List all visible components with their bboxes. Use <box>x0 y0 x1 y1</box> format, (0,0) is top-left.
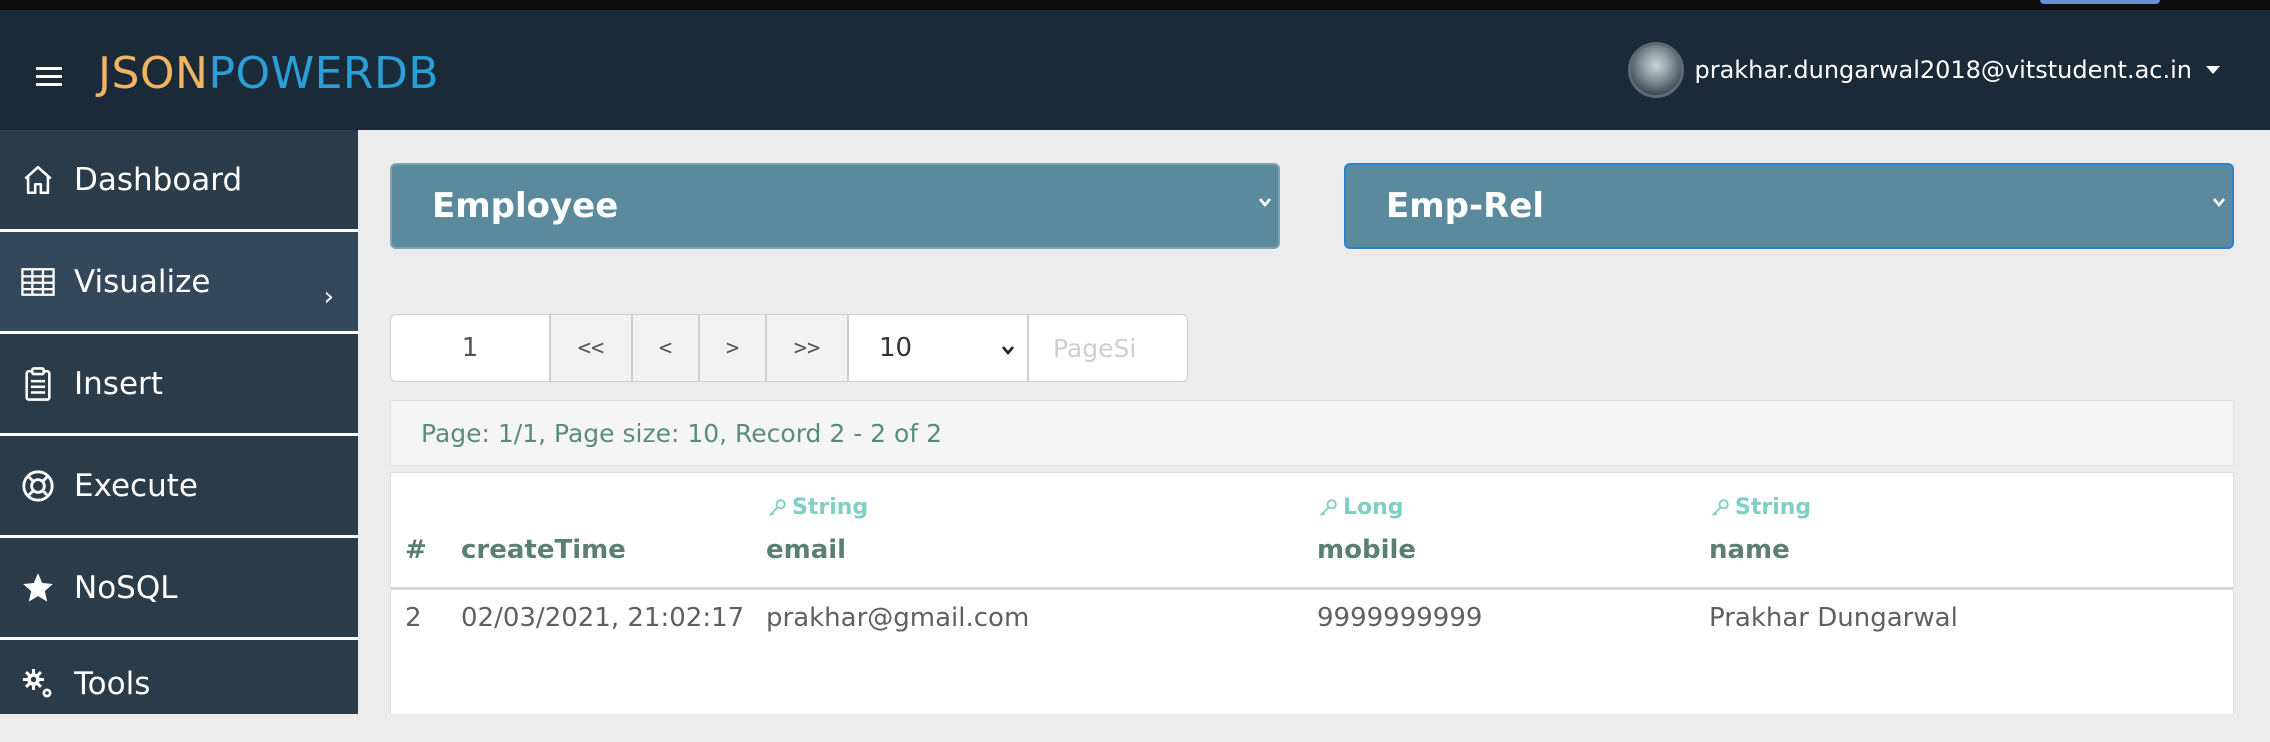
column-header-index: # <box>405 535 427 565</box>
prev-page-button[interactable]: < <box>632 314 699 382</box>
page-size-value: 10 <box>879 333 913 363</box>
gears-icon <box>20 666 56 702</box>
home-icon <box>20 162 56 198</box>
user-menu[interactable]: prakhar.dungarwal2018@vitstudent.ac.in <box>1628 42 2220 98</box>
app-logo[interactable]: JSONPOWERDB <box>98 48 439 99</box>
chevron-down-icon <box>1002 346 1014 356</box>
cell-name: Prakhar Dungarwal <box>1709 603 1958 633</box>
relation-select[interactable]: Emp-Rel <box>1344 163 2234 249</box>
records-table: # createTime String email Long mobile St… <box>390 472 2234 714</box>
main-content: Employee Emp-Rel 1 << < > >> 10 PageSi P… <box>358 130 2270 714</box>
logo-json-text: JSON <box>98 48 209 99</box>
database-select[interactable]: Employee <box>390 163 1280 249</box>
column-header-email[interactable]: email <box>766 535 846 565</box>
column-type-label: Long <box>1343 495 1404 520</box>
browser-top-strip <box>0 0 2270 10</box>
sidebar-item-tools[interactable]: Tools <box>0 640 358 742</box>
column-header-name[interactable]: name <box>1709 535 1790 565</box>
key-icon <box>1712 498 1729 516</box>
sidebar-item-label: Dashboard <box>74 161 243 198</box>
sidebar-item-label: Execute <box>74 467 198 504</box>
table-header: # createTime String email Long mobile St… <box>391 473 2233 590</box>
sidebar-item-label: Insert <box>74 365 163 402</box>
relation-select-value: Emp-Rel <box>1386 186 1544 226</box>
user-email: prakhar.dungarwal2018@vitstudent.ac.in <box>1694 56 2192 84</box>
avatar <box>1628 42 1685 98</box>
column-type-email: String <box>766 495 868 520</box>
chevron-down-icon <box>2213 198 2225 208</box>
browser-tab-indicator <box>2040 0 2160 4</box>
sidebar-item-insert[interactable]: Insert <box>0 334 358 436</box>
chevron-right-icon: › <box>323 282 334 312</box>
logo-powerdb-text: POWERDB <box>208 48 440 99</box>
sidebar-item-visualize[interactable]: Visualize › <box>0 232 358 334</box>
column-header-createtime[interactable]: createTime <box>461 535 626 565</box>
clipboard-icon <box>20 366 56 402</box>
column-type-mobile: Long <box>1317 495 1404 520</box>
key-icon <box>769 498 786 516</box>
cell-email: prakhar@gmail.com <box>766 603 1030 633</box>
sidebar-item-label: Tools <box>74 666 151 702</box>
sidebar: Dashboard Visualize › Insert Execute NoS… <box>0 130 358 714</box>
sidebar-item-nosql[interactable]: NoSQL <box>0 538 358 640</box>
page-size-select[interactable]: 10 <box>848 314 1028 382</box>
chevron-down-icon <box>1259 198 1271 208</box>
cell-mobile: 9999999999 <box>1317 603 1483 633</box>
key-icon <box>1320 498 1337 516</box>
sidebar-item-label: NoSQL <box>74 569 178 606</box>
caret-down-icon <box>2206 66 2220 74</box>
column-type-name: String <box>1709 495 1811 520</box>
cell-createtime: 02/03/2021, 21:02:17 <box>461 603 745 633</box>
top-header: JSONPOWERDB prakhar.dungarwal2018@vitstu… <box>0 10 2270 130</box>
page-size-input[interactable]: PageSi <box>1028 314 1188 382</box>
column-type-label: String <box>1735 495 1812 520</box>
hamburger-menu-icon[interactable] <box>36 67 62 87</box>
page-info-text: Page: 1/1, Page size: 10, Record 2 - 2 o… <box>390 400 2234 466</box>
last-page-button[interactable]: >> <box>766 314 848 382</box>
sidebar-item-execute[interactable]: Execute <box>0 436 358 538</box>
sidebar-item-dashboard[interactable]: Dashboard <box>0 130 358 232</box>
first-page-button[interactable]: << <box>550 314 632 382</box>
next-page-button[interactable]: > <box>699 314 766 382</box>
pagination-bar: 1 << < > >> 10 PageSi <box>390 314 1188 382</box>
star-icon <box>20 570 56 606</box>
column-header-mobile[interactable]: mobile <box>1317 535 1416 565</box>
cell-index: 2 <box>405 603 422 633</box>
sidebar-item-label: Visualize <box>74 263 211 300</box>
table-icon <box>20 264 56 300</box>
lifebuoy-icon <box>20 468 56 504</box>
page-number-input[interactable]: 1 <box>390 314 550 382</box>
column-type-label: String <box>792 495 869 520</box>
database-select-value: Employee <box>432 186 619 226</box>
